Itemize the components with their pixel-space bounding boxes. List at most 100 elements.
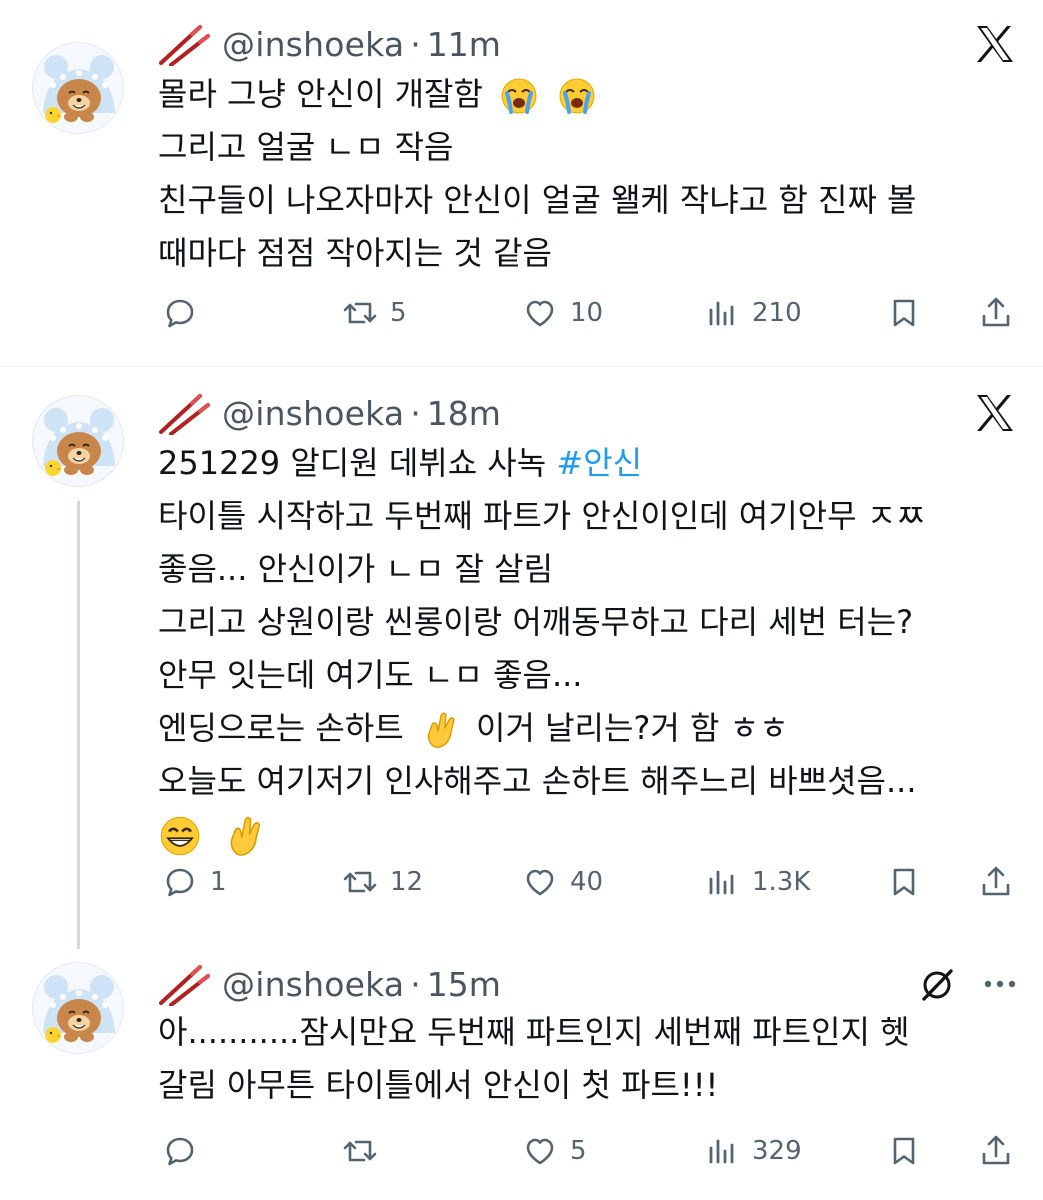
share-icon — [982, 866, 1010, 896]
tweet-text: 아...........잠시만요 두번째 파트인지 세번째 파트인지 헷 갈림 … — [158, 1006, 1013, 1112]
x-logo-icon — [977, 26, 1013, 62]
text-line: 오늘도 여기저기 인사해주고 손하트 해주느리 바쁘셧음... — [158, 762, 917, 800]
like-button[interactable]: 5 — [520, 1131, 587, 1171]
action-bar: 5 10 210 — [0, 293, 1043, 333]
tweet-text: 몰라 그냥 안신이 개잘함 그리고 얼굴 ㄴㅁ 작음 친구들이 나오자마자 안신… — [158, 68, 1013, 280]
bookmark-icon — [893, 299, 915, 327]
text-line: 아...........잠시만요 두번째 파트인지 세번째 파트인지 헷 — [158, 1013, 910, 1051]
share-icon — [982, 297, 1010, 327]
reply-icon — [166, 1137, 194, 1166]
retweet-button[interactable]: 12 — [340, 862, 423, 902]
views-button[interactable]: 210 — [702, 293, 802, 333]
reply-button[interactable] — [160, 1131, 210, 1171]
avatar[interactable] — [32, 42, 124, 134]
views-count: 329 — [752, 1136, 802, 1166]
views-icon — [709, 870, 734, 895]
heart-icon — [526, 1138, 554, 1165]
heart-icon — [526, 869, 554, 896]
tweet-text: 251229 알디원 데뷔쇼 사녹 #안신 타이틀 시작하고 두번째 파트가 안… — [158, 437, 1013, 861]
chopsticks-icon — [159, 25, 210, 66]
reply-icon — [166, 868, 194, 897]
text-line: 좋음... 안신이가 ㄴㅁ 잘 살림 — [158, 550, 554, 588]
bookmark-button[interactable] — [884, 293, 924, 333]
x-logo-icon — [977, 395, 1013, 431]
bookmark-button[interactable] — [884, 1131, 924, 1171]
text-line: 타이틀 시작하고 두번째 파트가 안신이인데 여기안무 ㅈㅉ — [158, 497, 926, 535]
separator-dot: · — [410, 393, 421, 433]
retweet-icon — [343, 1140, 377, 1162]
share-button[interactable] — [976, 293, 1016, 333]
reply-button[interactable]: 1 — [160, 862, 227, 902]
action-bar: 1 12 40 1.3K — [0, 862, 1043, 902]
author-handle[interactable]: @inshoeka — [222, 25, 404, 64]
retweet-count: 12 — [390, 867, 424, 897]
action-bar: 5 329 — [0, 1131, 1043, 1171]
retweet-button[interactable]: 5 — [340, 293, 407, 333]
text-segment: 이거 날리는?거 함 ㅎㅎ — [476, 709, 789, 747]
bookmark-icon — [893, 868, 915, 896]
share-icon — [982, 1135, 1010, 1165]
more-icon[interactable] — [980, 966, 1020, 1002]
tweet-header: @inshoeka · 11m — [158, 22, 501, 66]
views-count: 1.3K — [752, 867, 811, 897]
heart-icon — [526, 300, 554, 327]
author-handle[interactable]: @inshoeka — [222, 394, 404, 433]
retweet-count: 5 — [390, 298, 407, 328]
text-line: 그리고 상원이랑 씬롱이랑 어깨동무하고 다리 세번 터는? — [158, 603, 914, 641]
views-icon — [709, 301, 734, 326]
retweet-icon — [343, 302, 377, 324]
tweet-1[interactable]: @inshoeka · 11m 몰라 그냥 안신이 개잘함 그리고 얼굴 ㄴㅁ … — [0, 0, 1043, 366]
text-segment: 엔딩으로는 손하트 — [158, 709, 404, 747]
tweet-header: @inshoeka · 18m — [158, 391, 501, 435]
hand-with-index-finger-and-thumb-crossed-emoji-icon — [427, 712, 455, 748]
like-button[interactable]: 10 — [520, 293, 603, 333]
timestamp[interactable]: 11m — [427, 25, 501, 64]
timestamp[interactable]: 18m — [427, 394, 501, 433]
share-button[interactable] — [976, 1131, 1016, 1171]
text-line: 안무 잇는데 여기도 ㄴㅁ 좋음... — [158, 656, 583, 694]
text-line: 251229 알디원 데뷔쇼 사녹 #안신 — [158, 437, 1013, 490]
author-handle[interactable]: @inshoeka — [222, 965, 404, 1004]
views-count: 210 — [752, 298, 802, 328]
like-button[interactable]: 40 — [520, 862, 603, 902]
tweet-header: @inshoeka · 15m — [158, 962, 501, 1006]
views-button[interactable]: 1.3K — [702, 862, 810, 902]
timestamp[interactable]: 15m — [427, 965, 501, 1004]
text-line: 친구들이 나오자마자 안신이 얼굴 왤케 작냐고 함 진짜 볼 — [158, 181, 917, 219]
like-count: 40 — [570, 867, 604, 897]
tweet-2[interactable]: @inshoeka · 18m 251229 알디원 데뷔쇼 사녹 #안신 타이… — [0, 367, 1043, 950]
like-count: 5 — [570, 1136, 587, 1166]
grinning-face-emoji-icon — [159, 815, 201, 857]
hashtag-link[interactable]: #안신 — [556, 444, 642, 482]
text-line: 엔딩으로는 손하트 이거 날리는?거 함 ㅎㅎ — [158, 702, 1013, 755]
like-count: 10 — [570, 298, 604, 328]
text-line: 때마다 점점 작아지는 것 같음 — [158, 234, 552, 272]
loudly-crying-emoji-icon — [500, 77, 539, 115]
avatar[interactable] — [32, 395, 124, 487]
chopsticks-icon — [159, 965, 210, 1006]
text-segment: 몰라 그냥 안신이 개잘함 — [158, 75, 483, 113]
share-button[interactable] — [976, 862, 1016, 902]
retweet-icon — [343, 871, 377, 893]
grok-icon[interactable] — [918, 966, 956, 1004]
chopsticks-icon — [159, 394, 210, 435]
hand-with-index-finger-and-thumb-crossed-emoji-icon — [230, 816, 261, 856]
text-line — [158, 808, 1013, 861]
tweet-3[interactable]: @inshoeka · 15m 아...........잠시만요 두번째 파트인… — [0, 950, 1043, 1200]
bookmark-button[interactable] — [884, 862, 924, 902]
reply-button[interactable] — [160, 293, 210, 333]
bookmark-icon — [893, 1137, 915, 1165]
separator-dot: · — [410, 24, 421, 64]
text-line: 몰라 그냥 안신이 개잘함 — [158, 68, 1013, 121]
retweet-button[interactable] — [340, 1131, 390, 1171]
avatar[interactable] — [32, 962, 124, 1054]
separator-dot: · — [410, 964, 421, 1004]
views-icon — [709, 1139, 734, 1164]
views-button[interactable]: 329 — [702, 1131, 802, 1171]
text-segment: 251229 알디원 데뷔쇼 사녹 — [158, 444, 557, 482]
text-line: 그리고 얼굴 ㄴㅁ 작음 — [158, 128, 454, 166]
reply-icon — [166, 299, 194, 328]
reply-count: 1 — [210, 867, 227, 897]
loudly-crying-emoji-icon — [558, 77, 597, 115]
text-line: 갈림 아무튼 타이틀에서 안신이 첫 파트!!! — [158, 1066, 719, 1104]
